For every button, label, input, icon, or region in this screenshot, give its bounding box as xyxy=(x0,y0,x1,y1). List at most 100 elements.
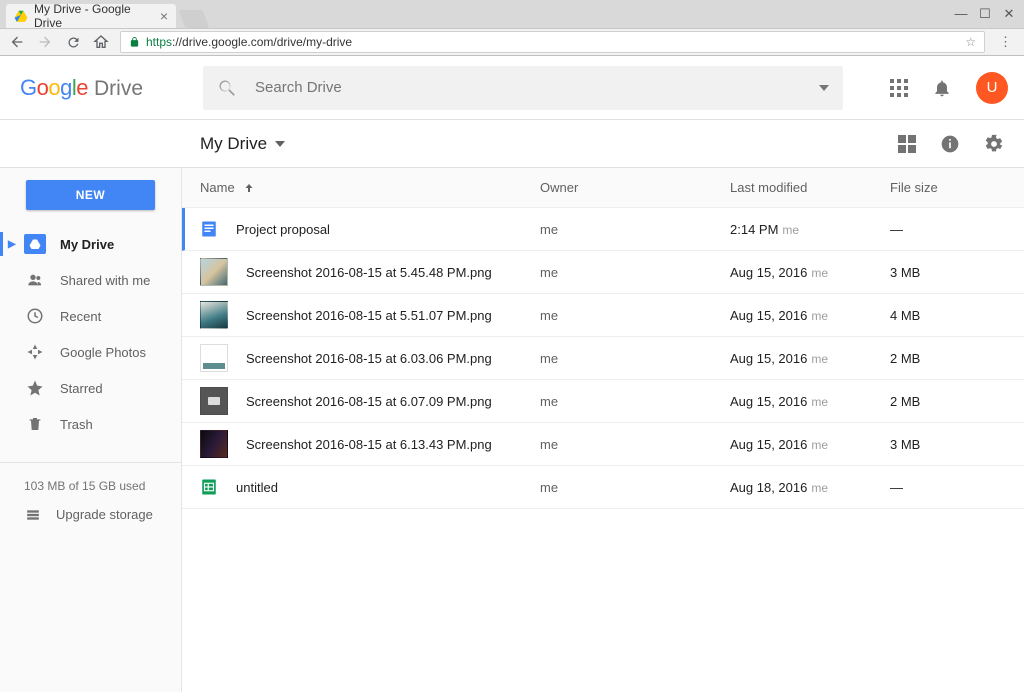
file-size: 4 MB xyxy=(890,308,1004,323)
image-thumbnail-icon xyxy=(200,301,228,329)
sidebar-item-photos[interactable]: Google Photos xyxy=(0,334,181,370)
tab-title: My Drive - Google Drive xyxy=(34,2,154,30)
file-row[interactable]: Screenshot 2016-08-15 at 6.13.43 PM.png … xyxy=(182,423,1024,466)
sidebar-item-starred[interactable]: Starred xyxy=(0,370,181,406)
trash-icon xyxy=(24,415,46,433)
file-name: Screenshot 2016-08-15 at 5.51.07 PM.png xyxy=(246,308,492,323)
file-owner: me xyxy=(540,437,730,452)
browser-tabstrip: My Drive - Google Drive × — ☐ ✕ xyxy=(0,0,1024,28)
details-icon[interactable] xyxy=(940,134,960,154)
bookmark-star-icon[interactable]: ☆ xyxy=(965,35,976,49)
file-owner: me xyxy=(540,480,730,495)
drive-wordmark: Drive xyxy=(92,77,143,101)
file-owner: me xyxy=(540,222,730,237)
photos-icon xyxy=(24,343,46,361)
settings-gear-icon[interactable] xyxy=(984,134,1004,154)
image-thumbnail-icon xyxy=(200,430,228,458)
file-name: Screenshot 2016-08-15 at 6.03.06 PM.png xyxy=(246,351,492,366)
search-placeholder: Search Drive xyxy=(255,79,342,96)
file-size: 2 MB xyxy=(890,351,1004,366)
sidebar-item-label: Recent xyxy=(60,309,101,324)
file-size: — xyxy=(890,222,1004,237)
sidebar-item-label: My Drive xyxy=(60,237,114,252)
file-size: 3 MB xyxy=(890,265,1004,280)
account-avatar[interactable]: U xyxy=(976,72,1008,104)
file-modified: Aug 15, 2016 xyxy=(730,265,807,280)
expand-triangle-icon[interactable]: ▶ xyxy=(8,239,16,250)
breadcrumb[interactable]: My Drive xyxy=(200,134,285,154)
file-row[interactable]: Screenshot 2016-08-15 at 6.07.09 PM.png … xyxy=(182,380,1024,423)
column-size[interactable]: File size xyxy=(890,180,1004,195)
storage-icon xyxy=(24,508,42,522)
file-owner: me xyxy=(540,351,730,366)
sidebar-item-my-drive[interactable]: ▶ My Drive xyxy=(0,226,181,262)
file-modified-by: me xyxy=(778,223,799,237)
browser-tab[interactable]: My Drive - Google Drive × xyxy=(6,4,176,28)
people-icon xyxy=(24,272,46,288)
file-name: untitled xyxy=(236,480,278,495)
grid-view-icon[interactable] xyxy=(898,135,916,153)
nav-forward-icon[interactable] xyxy=(36,34,54,50)
file-modified-by: me xyxy=(807,309,828,323)
file-size: 3 MB xyxy=(890,437,1004,452)
window-maximize-icon[interactable]: ☐ xyxy=(978,6,992,22)
upgrade-storage-button[interactable]: Upgrade storage xyxy=(24,507,181,522)
sidebar-item-trash[interactable]: Trash xyxy=(0,406,181,442)
window-controls: — ☐ ✕ xyxy=(954,6,1016,22)
sidebar-item-recent[interactable]: Recent xyxy=(0,298,181,334)
nav-back-icon[interactable] xyxy=(8,34,26,50)
sidebar: NEW ▶ My Drive Shared with me Recent Goo… xyxy=(0,168,182,692)
notifications-icon[interactable] xyxy=(932,78,952,98)
sidebar-item-label: Google Photos xyxy=(60,345,146,360)
app-header: Google Drive Search Drive U xyxy=(0,56,1024,120)
file-row[interactable]: untitled me Aug 18, 2016me — xyxy=(182,466,1024,509)
image-thumbnail-icon xyxy=(200,344,228,372)
clock-icon xyxy=(24,307,46,325)
file-modified: Aug 15, 2016 xyxy=(730,437,807,452)
file-row[interactable]: Project proposal me 2:14 PMme — xyxy=(182,208,1024,251)
file-name: Screenshot 2016-08-15 at 6.13.43 PM.png xyxy=(246,437,492,452)
file-modified: Aug 15, 2016 xyxy=(730,394,807,409)
tab-close-icon[interactable]: × xyxy=(160,9,168,23)
url-bar[interactable]: https://drive.google.com/drive/my-drive … xyxy=(120,31,985,53)
breadcrumb-title: My Drive xyxy=(200,134,267,154)
sidebar-item-label: Trash xyxy=(60,417,93,432)
search-icon xyxy=(217,78,237,98)
file-modified-by: me xyxy=(807,438,828,452)
sub-header: My Drive xyxy=(0,120,1024,168)
nav-home-icon[interactable] xyxy=(92,34,110,50)
file-modified-by: me xyxy=(807,395,828,409)
file-list: Name Owner Last modified File size Proje… xyxy=(182,168,1024,692)
file-row[interactable]: Screenshot 2016-08-15 at 5.45.48 PM.png … xyxy=(182,251,1024,294)
file-name: Screenshot 2016-08-15 at 5.45.48 PM.png xyxy=(246,265,492,280)
column-owner[interactable]: Owner xyxy=(540,180,730,195)
image-thumbnail-icon xyxy=(200,258,228,286)
column-modified[interactable]: Last modified xyxy=(730,180,890,195)
search-options-icon[interactable] xyxy=(819,85,829,91)
new-button[interactable]: NEW xyxy=(26,180,155,210)
sort-arrow-up-icon xyxy=(243,182,255,194)
browser-toolbar: https://drive.google.com/drive/my-drive … xyxy=(0,28,1024,56)
google-doc-icon xyxy=(200,215,218,243)
new-tab-button[interactable] xyxy=(179,10,210,28)
google-drive-logo[interactable]: Google Drive xyxy=(20,75,143,101)
file-owner: me xyxy=(540,394,730,409)
storage-section: 103 MB of 15 GB used Upgrade storage xyxy=(0,462,181,522)
sidebar-item-label: Starred xyxy=(60,381,103,396)
window-minimize-icon[interactable]: — xyxy=(954,6,968,22)
file-row[interactable]: Screenshot 2016-08-15 at 5.51.07 PM.png … xyxy=(182,294,1024,337)
image-thumbnail-icon xyxy=(200,387,228,415)
column-name[interactable]: Name xyxy=(200,180,540,195)
chevron-down-icon xyxy=(275,141,285,147)
google-wordmark: Google xyxy=(20,75,88,101)
apps-grid-icon[interactable] xyxy=(890,79,908,97)
search-input[interactable]: Search Drive xyxy=(203,66,843,110)
file-modified: Aug 15, 2016 xyxy=(730,308,807,323)
drive-icon xyxy=(24,234,46,254)
sidebar-item-shared[interactable]: Shared with me xyxy=(0,262,181,298)
nav-reload-icon[interactable] xyxy=(64,35,82,50)
lock-icon xyxy=(129,36,140,48)
file-row[interactable]: Screenshot 2016-08-15 at 6.03.06 PM.png … xyxy=(182,337,1024,380)
browser-menu-icon[interactable]: ⋮ xyxy=(995,34,1016,50)
window-close-icon[interactable]: ✕ xyxy=(1002,6,1016,22)
